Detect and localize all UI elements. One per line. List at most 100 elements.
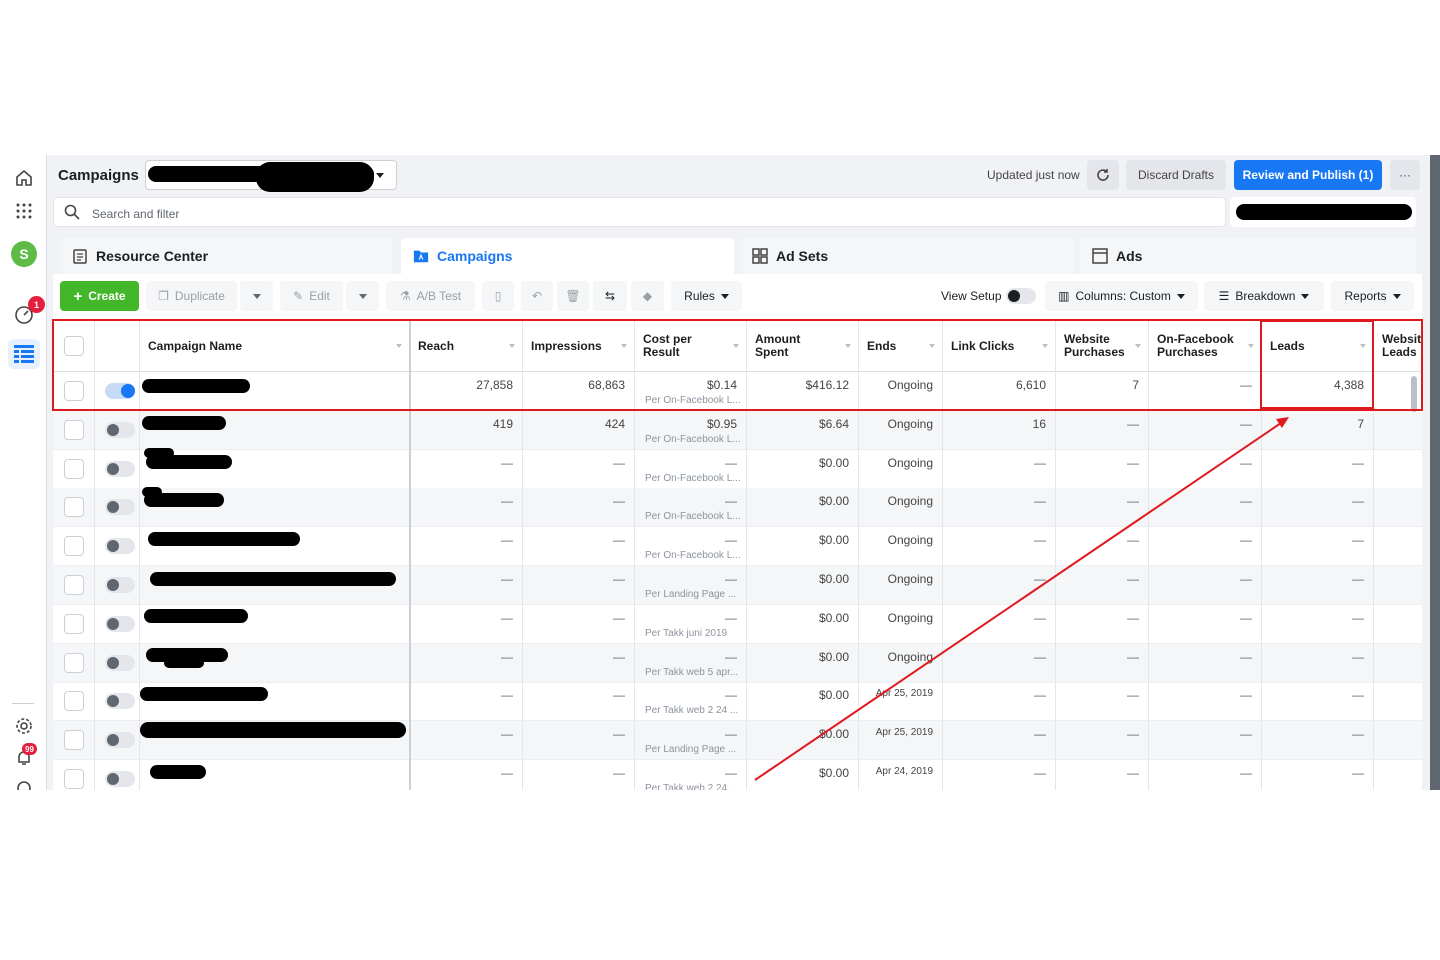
campaign-name-cell[interactable] [140,566,410,605]
campaign-status-toggle[interactable] [105,654,135,671]
cell-fb-purch: — [1149,411,1262,450]
preview-button[interactable]: ▯ [482,281,514,311]
campaign-status-toggle[interactable] [105,421,135,438]
search-bar[interactable]: Search and filter [53,197,1226,227]
edit-button[interactable]: ✎ Edit [280,281,343,311]
settings-gear-icon[interactable] [11,713,37,739]
campaign-name-cell[interactable] [140,487,410,527]
table-row[interactable]: — — — Per Takk web 5 apr... $0.00 Ongoing — — — — [53,643,1422,683]
cell-leads: — [1262,721,1374,760]
reports-button[interactable]: Reports [1331,281,1414,311]
refresh-button[interactable] [1087,160,1119,190]
row-checkbox[interactable] [64,497,84,518]
campaign-name-cell[interactable] [140,760,410,790]
account-selector[interactable] [145,160,397,192]
table-row[interactable]: — — — Per On-Facebook L... $0.00 Ongoing — — — — [53,447,1422,489]
campaign-status-toggle[interactable] [105,383,135,399]
table-scrollbar[interactable] [1411,376,1417,412]
campaign-status-toggle[interactable] [105,577,135,593]
campaign-name-cell[interactable] [140,721,410,760]
delete-button[interactable]: 🗑 [557,281,589,311]
chevron-down-icon [720,293,729,299]
rules-button[interactable]: Rules [671,281,742,311]
search-icon[interactable] [11,775,37,790]
campaign-status-toggle[interactable] [105,771,135,787]
col-website-purchases[interactable]: Website Purchases [1056,320,1149,372]
col-link-clicks[interactable]: Link Clicks [943,320,1056,372]
row-checkbox[interactable] [64,575,84,595]
table-row[interactable]: — — — Per Landing Page ... $0.00 Apr 25, 2019… [53,721,1422,761]
date-range-picker[interactable] [1230,197,1416,227]
col-campaign-name[interactable]: Campaign Name [140,320,410,372]
tab-ads[interactable]: Ads [1080,238,1416,274]
tab-resource-center[interactable]: Resource Center [60,238,392,274]
row-checkbox[interactable] [64,691,84,712]
undo-button[interactable]: ↶ [521,281,553,311]
campaign-name-cell[interactable] [140,527,410,566]
tab-ad-sets[interactable]: Ad Sets [740,238,1073,274]
col-leads[interactable]: Leads [1262,320,1374,372]
ab-test-button[interactable]: ⚗ A/B Test [386,281,475,311]
tag-button[interactable]: ◆ [631,281,664,311]
table-row[interactable]: — — — Per On-Facebook L... $0.00 Ongoing — — — — [53,527,1422,567]
table-row[interactable]: — — — Per Takk web 2 24 ... $0.00 Apr 25, 201… [53,682,1422,722]
search-input[interactable]: Search and filter [92,207,179,221]
col-ends[interactable]: Ends [859,320,943,372]
window-scrollbar[interactable] [1430,155,1440,790]
campaign-name-cell[interactable] [140,682,410,721]
breakdown-button[interactable]: ☰ Breakdown [1204,281,1324,311]
cell-value: $0.95 [706,416,737,431]
table-row[interactable]: — — — Per On-Facebook L... $0.00 Ongoing — — — — [53,487,1422,528]
campaign-name-cell[interactable] [140,605,410,644]
col-reach[interactable]: Reach [410,320,523,372]
review-publish-button[interactable]: Review and Publish (1) [1234,160,1382,190]
campaign-name-cell[interactable] [140,447,410,489]
account-avatar[interactable]: S [11,241,37,267]
campaign-status-toggle[interactable] [105,615,135,632]
cell-ends: Ongoing [859,527,943,566]
cell-ends: Ongoing [859,566,943,605]
campaign-name-cell[interactable] [140,372,410,411]
table-row[interactable]: — — — Per Landing Page ... $0.00 Ongoing — — — — [53,566,1422,605]
view-setup-toggle[interactable] [1006,288,1036,304]
row-checkbox[interactable] [64,458,84,479]
edit-menu-button[interactable] [346,281,379,311]
tab-campaigns[interactable]: Campaigns [401,238,734,274]
campaigns-table-icon[interactable] [8,339,40,369]
columns-button[interactable]: ▥ Columns: Custom [1045,281,1198,311]
duplicate-button[interactable]: ❐ Duplicate [146,281,237,311]
row-checkbox[interactable] [64,613,84,634]
select-all-checkbox[interactable] [64,336,84,356]
discard-drafts-button[interactable]: Discard Drafts [1126,160,1226,190]
cell-web-leads [1374,527,1422,566]
col-impressions[interactable]: Impressions [523,320,635,372]
row-checkbox[interactable] [64,381,84,401]
home-icon[interactable] [11,165,37,191]
col-on-facebook-purchases[interactable]: On-Facebook Purchases [1149,320,1262,372]
campaign-name-cell[interactable] [140,644,410,683]
campaign-status-toggle[interactable] [105,732,135,749]
table-row[interactable]: 419 424 $0.95 Per On-Facebook L... $6.64 Ongo… [53,410,1422,450]
table-row[interactable]: 27,858 68,863 $0.14 Per On-Facebook L... $41… [53,372,1422,411]
campaign-status-toggle[interactable] [105,460,135,477]
campaign-name-cell[interactable] [140,411,410,450]
col-amount-spent[interactable]: Amount Spent [747,320,859,372]
export-button[interactable]: ⇆ [593,281,627,311]
col-website-leads[interactable]: Website Leads [1374,320,1422,372]
campaign-status-toggle[interactable] [105,538,135,555]
campaign-status-toggle[interactable] [105,499,135,516]
row-checkbox[interactable] [64,769,84,789]
table-row[interactable]: — — — Per Takk web 2 24 ... $0.00 Apr 24, 201… [53,760,1422,790]
more-options-button[interactable]: ··· [1390,160,1420,190]
row-checkbox[interactable] [64,419,84,440]
cell-clicks: — [943,760,1056,790]
row-checkbox[interactable] [64,730,84,751]
duplicate-menu-button[interactable] [240,281,273,311]
col-cost-per-result[interactable]: Cost per Result [635,320,747,372]
campaign-status-toggle[interactable] [105,693,135,710]
create-button[interactable]: + Create [60,281,139,311]
apps-grid-icon[interactable] [11,198,37,224]
table-row[interactable]: — — — Per Takk juni 2019 $0.00 Ongoing — — — — [53,605,1422,644]
row-checkbox[interactable] [64,536,84,557]
row-checkbox[interactable] [64,652,84,673]
